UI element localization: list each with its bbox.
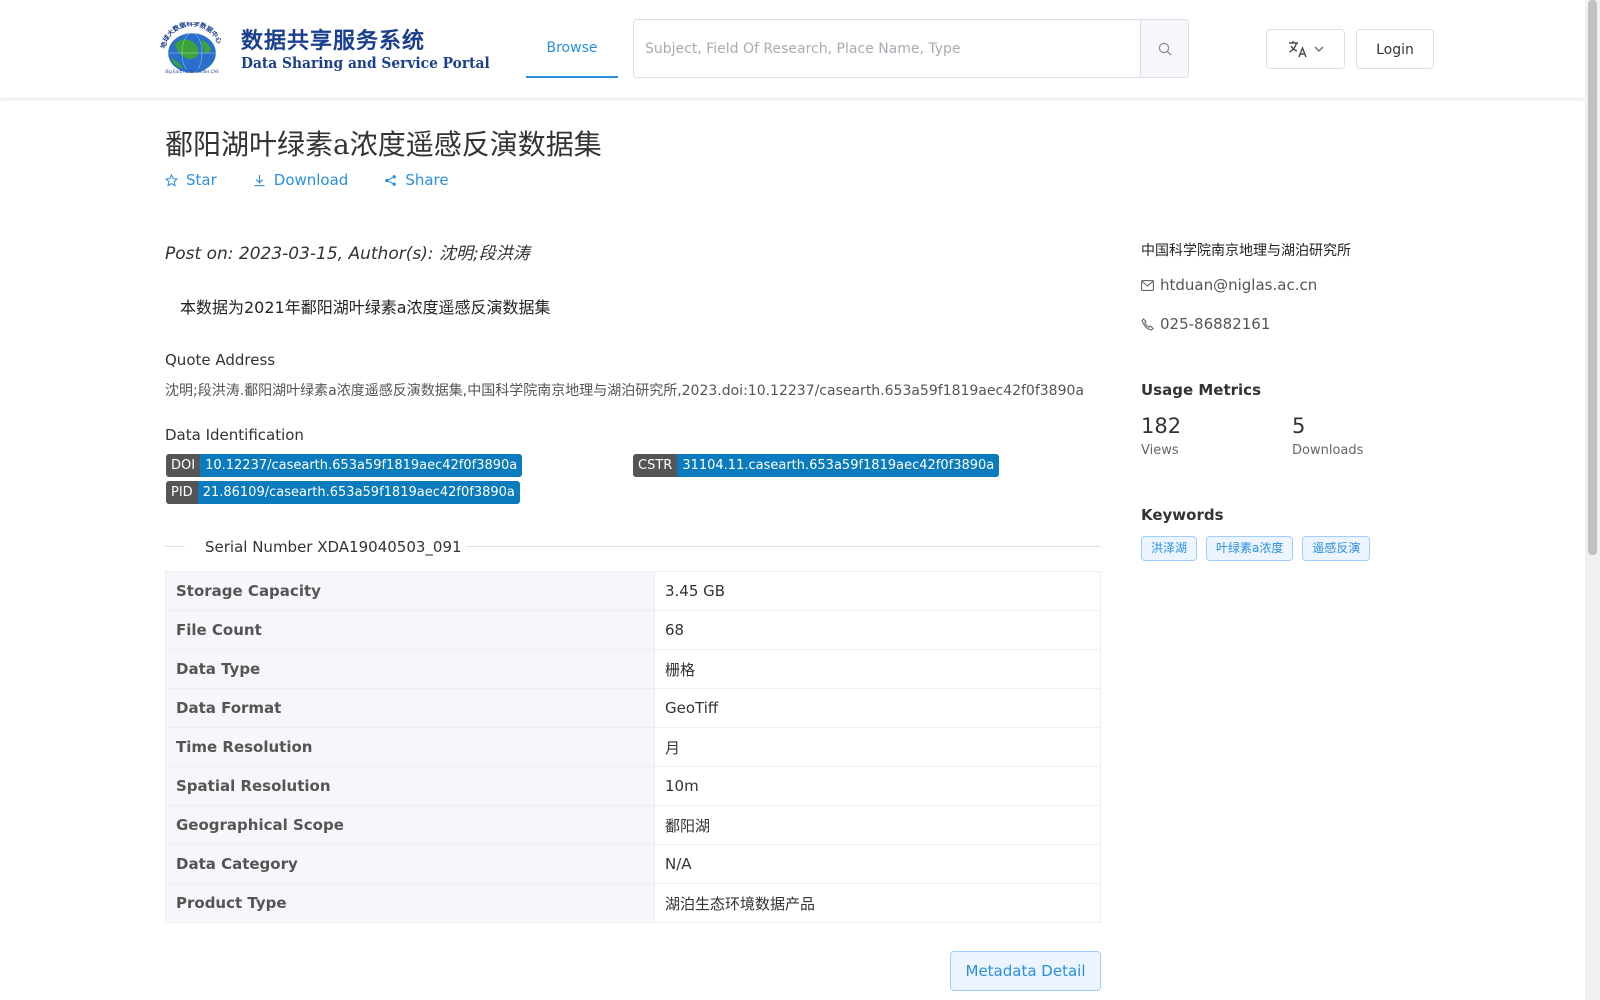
phone-icon bbox=[1141, 317, 1154, 331]
table-row: Spatial Resolution 10m bbox=[165, 766, 1101, 806]
views-count: 182 bbox=[1141, 414, 1182, 438]
views-label: Views bbox=[1141, 443, 1179, 458]
search-button[interactable] bbox=[1140, 20, 1188, 77]
property-value: 湖泊生态环境数据产品 bbox=[654, 883, 1101, 923]
keywords-title: Keywords bbox=[1141, 506, 1224, 524]
phone-text: 025-86882161 bbox=[1160, 315, 1271, 333]
data-identification-label: Data Identification bbox=[165, 426, 304, 444]
downloads-count: 5 bbox=[1292, 414, 1306, 438]
page-scrollbar[interactable] bbox=[1585, 0, 1600, 1000]
table-row: File Count 68 bbox=[165, 610, 1101, 650]
property-key: Geographical Scope bbox=[165, 805, 655, 845]
metadata-detail-button[interactable]: Metadata Detail bbox=[950, 951, 1101, 991]
download-icon bbox=[254, 174, 265, 186]
quote-address-text: 沈明;段洪涛.鄱阳湖叶绿素a浓度遥感反演数据集,中国科学院南京地理与湖泊研究所,… bbox=[165, 383, 1084, 399]
serial-divider-right bbox=[466, 546, 1101, 547]
contact-email[interactable]: htduan@niglas.ac.cn bbox=[1141, 276, 1317, 294]
download-button[interactable]: Download bbox=[253, 171, 349, 189]
keyword-tag[interactable]: 遥感反演 bbox=[1302, 536, 1371, 561]
doi-badge[interactable]: DOI 10.12237/casearth.653a59f1819aec42f0… bbox=[166, 454, 523, 477]
property-key: Time Resolution bbox=[165, 727, 655, 767]
logo-title-en: Data Sharing and Service Portal bbox=[241, 54, 490, 72]
table-row: Time Resolution 月 bbox=[165, 727, 1101, 767]
pid-badge-value: 21.86109/casearth.653a59f1819aec42f0f389… bbox=[197, 481, 520, 504]
post-info: Post on: 2023-03-15, Author(s): 沈明;段洪涛 bbox=[165, 244, 530, 264]
property-key: File Count bbox=[165, 610, 655, 650]
mail-icon bbox=[1141, 279, 1154, 291]
chevron-down-icon bbox=[1314, 46, 1323, 52]
usage-metrics-title: Usage Metrics bbox=[1141, 381, 1261, 399]
doi-badge-key: DOI bbox=[166, 454, 201, 477]
logo-title-cn: 数据共享服务系统 bbox=[241, 28, 426, 54]
share-label: Share bbox=[405, 171, 449, 189]
share-button[interactable]: Share bbox=[384, 171, 449, 189]
login-button[interactable]: Login bbox=[1356, 29, 1434, 69]
dataset-actions: Star Download Share bbox=[165, 171, 449, 189]
property-value: 10m bbox=[654, 766, 1101, 806]
table-row: Storage Capacity 3.45 GB bbox=[165, 571, 1101, 611]
cstr-badge[interactable]: CSTR 31104.11.casearth.653a59f1819aec42f… bbox=[633, 454, 1000, 477]
nav-browse-link[interactable]: Browse bbox=[526, 18, 618, 78]
pid-badge-key: PID bbox=[166, 481, 198, 504]
cstr-badge-value: 31104.11.casearth.653a59f1819aec42f0f389… bbox=[677, 454, 1000, 477]
quote-address-label: Quote Address bbox=[165, 351, 276, 369]
property-key: Data Category bbox=[165, 844, 655, 884]
dataset-description: 本数据为2021年鄱阳湖叶绿素a浓度遥感反演数据集 bbox=[180, 298, 551, 317]
table-row: Geographical Scope 鄱阳湖 bbox=[165, 805, 1101, 845]
share-icon bbox=[385, 174, 397, 186]
keyword-tag[interactable]: 洪泽湖 bbox=[1141, 536, 1198, 561]
property-key: Spatial Resolution bbox=[165, 766, 655, 806]
serial-number: Serial Number XDA19040503_091 bbox=[205, 538, 462, 556]
keyword-tag[interactable]: 叶绿素a浓度 bbox=[1206, 536, 1294, 561]
property-value: GeoTiff bbox=[654, 688, 1101, 728]
top-header: 地球大数据科学数据中心 Big Earth Data Center,CAS 数据… bbox=[0, 0, 1585, 98]
search-bar bbox=[633, 19, 1189, 78]
contact-phone: 025-86882161 bbox=[1141, 315, 1270, 333]
logo-globe-caption: Big Earth Data Center,CAS bbox=[165, 69, 219, 74]
property-value: 月 bbox=[654, 727, 1101, 767]
download-label: Download bbox=[273, 171, 349, 189]
star-label: Star bbox=[186, 171, 217, 189]
cstr-badge-key: CSTR bbox=[633, 454, 678, 477]
star-button[interactable]: Star bbox=[165, 171, 217, 189]
table-row: Data Format GeoTiff bbox=[165, 688, 1101, 728]
search-icon bbox=[1158, 42, 1171, 55]
table-row: Product Type 湖泊生态环境数据产品 bbox=[165, 883, 1101, 923]
downloads-label: Downloads bbox=[1292, 443, 1364, 458]
doi-badge-value: 10.12237/casearth.653a59f1819aec42f0f389… bbox=[200, 454, 523, 477]
language-switcher[interactable] bbox=[1266, 29, 1345, 69]
scrollbar-thumb[interactable] bbox=[1588, 0, 1597, 555]
star-icon bbox=[165, 173, 178, 187]
page-title: 鄱阳湖叶绿素a浓度遥感反演数据集 bbox=[165, 128, 602, 161]
property-value: 鄱阳湖 bbox=[654, 805, 1101, 845]
translate-icon bbox=[1288, 41, 1307, 58]
table-row: Data Category N/A bbox=[165, 844, 1101, 884]
search-input[interactable] bbox=[634, 20, 1142, 77]
property-value: 栅格 bbox=[654, 649, 1101, 689]
site-logo[interactable]: 地球大数据科学数据中心 Big Earth Data Center,CAS 数据… bbox=[153, 19, 489, 79]
property-value: 68 bbox=[654, 610, 1101, 650]
email-text: htduan@niglas.ac.cn bbox=[1160, 276, 1318, 294]
globe-logo-icon: 地球大数据科学数据中心 Big Earth Data Center,CAS bbox=[158, 22, 224, 74]
property-key: Data Type bbox=[165, 649, 655, 689]
property-value: N/A bbox=[654, 844, 1101, 884]
dataset-properties-table: Storage Capacity 3.45 GB File Count 68 D… bbox=[165, 571, 1101, 923]
property-key: Storage Capacity bbox=[165, 571, 655, 611]
pid-badge[interactable]: PID 21.86109/casearth.653a59f1819aec42f0… bbox=[166, 481, 520, 504]
organization-name: 中国科学院南京地理与湖泊研究所 bbox=[1141, 243, 1351, 259]
table-row: Data Type 栅格 bbox=[165, 649, 1101, 689]
property-key: Product Type bbox=[165, 883, 655, 923]
property-value: 3.45 GB bbox=[654, 571, 1101, 611]
property-key: Data Format bbox=[165, 688, 655, 728]
serial-divider-left bbox=[165, 546, 185, 547]
keyword-list: 洪泽湖 叶绿素a浓度 遥感反演 bbox=[1141, 536, 1371, 561]
